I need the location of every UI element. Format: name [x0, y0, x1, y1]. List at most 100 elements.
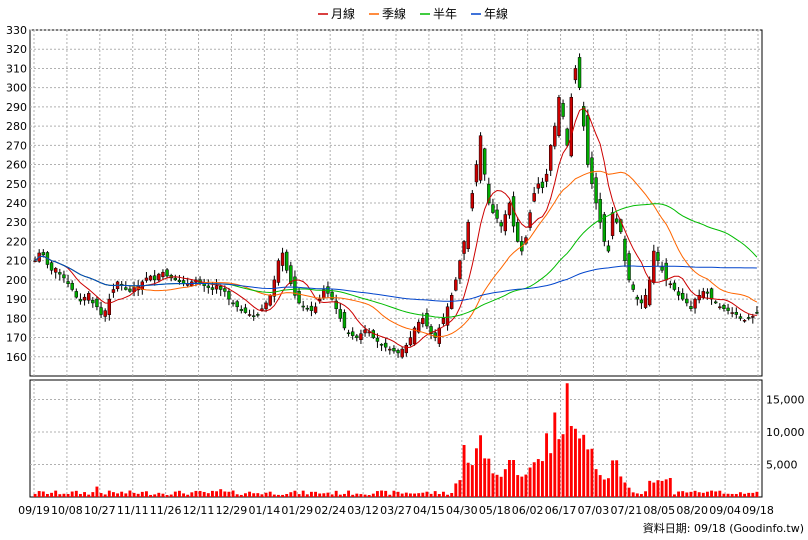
- volume-bar: [285, 493, 289, 497]
- volume-bar: [272, 494, 276, 497]
- x-tick-label: 04/30: [446, 504, 478, 517]
- volume-bar: [611, 460, 615, 497]
- volume-bar: [41, 491, 45, 497]
- volume-bar: [45, 493, 49, 497]
- volume-bar: [194, 490, 198, 497]
- volume-bar: [429, 493, 433, 497]
- volume-bar: [606, 478, 610, 497]
- volume-bar: [223, 491, 227, 497]
- volume-bar: [693, 490, 697, 497]
- volume-bar: [573, 428, 577, 497]
- volume-bar: [598, 475, 602, 497]
- volume-bar: [111, 492, 115, 497]
- price-tick-label: 250: [6, 178, 27, 191]
- volume-bar: [37, 491, 41, 497]
- volume-bar: [450, 493, 454, 497]
- volume-bar: [726, 493, 730, 497]
- volume-bar: [631, 492, 635, 497]
- volume-bar: [652, 482, 656, 497]
- volume-bar: [248, 491, 252, 497]
- volume-bar: [561, 434, 565, 497]
- volume-bar: [260, 494, 264, 497]
- volume-bar: [425, 491, 429, 497]
- volume-bar: [433, 491, 437, 497]
- volume-bar: [371, 493, 375, 497]
- volume-bar: [578, 438, 582, 497]
- price-tick-label: 330: [6, 24, 27, 37]
- volume-bar: [66, 493, 70, 497]
- volume-bar: [239, 494, 243, 497]
- x-tick-label: 02/24: [314, 504, 346, 517]
- volume-bar: [173, 491, 177, 497]
- volume-bar: [528, 467, 532, 497]
- volume-bar: [347, 490, 351, 497]
- volume-bar: [157, 492, 161, 497]
- volume-bar: [466, 462, 470, 497]
- x-tick-label: 10/27: [84, 504, 116, 517]
- price-tick-label: 240: [6, 197, 27, 210]
- volume-bar: [70, 491, 74, 497]
- x-tick-label: 10/08: [51, 504, 83, 517]
- legend: 月線 季線 半年 年線: [318, 6, 508, 21]
- volume-bar: [326, 492, 330, 497]
- volume-bar: [268, 491, 272, 497]
- x-tick-label: 11/26: [150, 504, 182, 517]
- volume-bar: [318, 493, 322, 497]
- x-tick-label: 01/29: [281, 504, 313, 517]
- price-tick-label: 270: [6, 139, 27, 152]
- volume-bar: [149, 494, 153, 497]
- volume-tick-label: 10,000: [766, 426, 805, 439]
- price-tick-label: 170: [6, 332, 27, 345]
- price-tick-label: 280: [6, 120, 27, 133]
- price-tick-label: 310: [6, 62, 27, 75]
- volume-bar: [619, 476, 623, 497]
- legend-item: 月線: [318, 6, 355, 21]
- volume-bar: [182, 493, 186, 497]
- volume-bar: [367, 495, 371, 497]
- volume-bar: [590, 448, 594, 497]
- volume-bar: [540, 461, 544, 497]
- price-tick-label: 200: [6, 274, 27, 287]
- volume-bar: [91, 492, 95, 497]
- candlestick: [627, 250, 631, 283]
- x-tick-label: 06/02: [512, 504, 544, 517]
- volume-bar: [322, 493, 326, 497]
- volume-bar: [95, 486, 99, 497]
- volume-bar: [734, 493, 738, 497]
- volume-bar: [400, 493, 404, 497]
- volume-bar: [388, 494, 392, 497]
- volume-bar: [128, 490, 132, 497]
- volume-bar: [569, 426, 573, 497]
- volume-bar: [582, 434, 586, 497]
- x-tick-label: 12/29: [216, 504, 248, 517]
- volume-bar: [227, 491, 231, 497]
- volume-bar: [252, 493, 256, 497]
- volume-bar: [50, 492, 54, 497]
- volume-bar: [301, 490, 305, 497]
- price-tick-label: 230: [6, 216, 27, 229]
- volume-bar: [520, 476, 524, 497]
- volume-bar: [256, 493, 260, 497]
- volume-bar: [417, 493, 421, 497]
- legend-item: 年線: [471, 6, 508, 21]
- volume-bar: [384, 490, 388, 497]
- volume-bar: [648, 480, 652, 497]
- volume-bar: [103, 494, 107, 497]
- x-tick-label: 04/15: [413, 504, 445, 517]
- volume-bar: [557, 439, 561, 497]
- volume-bar: [639, 494, 643, 497]
- legend-label: 半年: [433, 7, 457, 21]
- volume-bar: [458, 480, 462, 497]
- candlestick: [586, 109, 590, 168]
- volume-bar: [549, 453, 553, 497]
- price-tick-label: 290: [6, 101, 27, 114]
- volume-bar: [107, 490, 111, 497]
- price-panel: 160 170 180 190 200 210 220 230 240 250 260 270 280 2…: [6, 24, 763, 377]
- price-tick-label: 260: [6, 159, 27, 172]
- volume-bar: [169, 494, 173, 497]
- volume-bar: [210, 490, 214, 497]
- x-tick-label: 07/21: [611, 504, 643, 517]
- volume-bar: [177, 490, 181, 497]
- volume-bar: [165, 495, 169, 497]
- volume-bar: [351, 494, 355, 497]
